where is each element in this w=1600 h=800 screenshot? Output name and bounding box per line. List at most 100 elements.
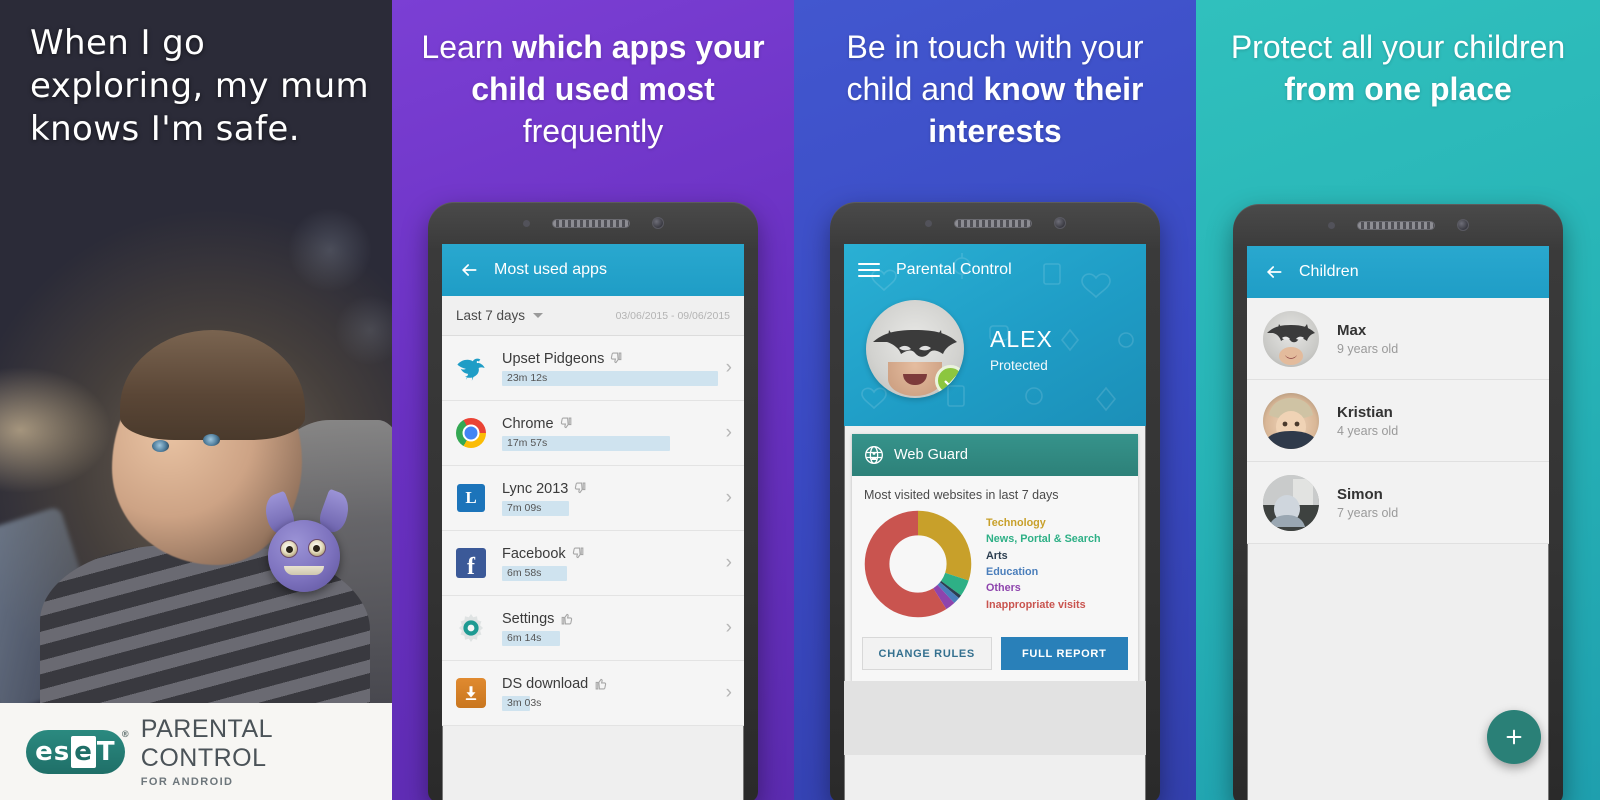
children-headline-part-1: from one place	[1284, 71, 1512, 107]
child-info: Kristian 4 years old	[1337, 404, 1398, 438]
table-row[interactable]: f Facebook 6m 58s ›	[442, 531, 744, 596]
phone-mockup-dashboard: Parental Control ALEX Protected Web Guar…	[830, 202, 1160, 800]
chevron-right-icon[interactable]: ›	[726, 682, 732, 704]
chevron-right-icon[interactable]: ›	[726, 487, 732, 509]
dashboard-top-bar: Parental Control	[844, 244, 1146, 296]
eset-parental-control-banner: When I go exploring, my mum knows I'm sa…	[0, 0, 1600, 800]
bird-icon	[454, 351, 488, 385]
dashboard-empty-area	[844, 681, 1146, 755]
front-camera-icon	[1456, 219, 1469, 231]
child-info: Max 9 years old	[1337, 322, 1398, 356]
photo-headline: When I go exploring, my mum knows I'm sa…	[30, 23, 370, 149]
app-name-line: DS download	[502, 676, 718, 692]
app-bar-title: Children	[1299, 263, 1359, 280]
status-badge: Protected	[990, 357, 1048, 373]
child-profile[interactable]: ALEX Protected	[844, 296, 1146, 398]
monster-mouth	[284, 566, 324, 575]
app-info: Settings 6m 14s	[502, 611, 718, 646]
app-bar-title: Most used apps	[494, 261, 607, 278]
card-header: Web Guard	[852, 434, 1138, 476]
eset-logo-t: T	[96, 736, 116, 767]
table-row[interactable]: Settings 6m 14s ›	[442, 596, 744, 661]
app-name-line: Chrome	[502, 416, 718, 432]
app-name: Facebook	[502, 545, 566, 562]
table-row[interactable]: DS download 3m 03s ›	[442, 661, 744, 726]
apps-headline-part-1: which apps your child used most	[471, 29, 765, 107]
check-circle-icon	[935, 365, 964, 396]
app-bar: Most used apps	[442, 244, 744, 296]
dashboard-hero: Parental Control ALEX Protected	[844, 244, 1146, 426]
panel-photo: When I go exploring, my mum knows I'm sa…	[0, 0, 392, 800]
facebook-icon: f	[454, 546, 488, 580]
usage-time: 7m 09s	[507, 501, 542, 514]
earpiece-speaker	[1356, 220, 1435, 230]
arrow-left-icon[interactable]	[456, 257, 482, 283]
app-bar: Children	[1247, 246, 1549, 298]
app-name-line: Settings	[502, 611, 718, 627]
usage-bar: 17m 57s	[502, 435, 718, 451]
web-guard-globe-icon	[865, 446, 883, 464]
change-rules-button[interactable]: CHANGE RULES	[862, 637, 992, 670]
card-body: Most visited websites in last 7 days Tec…	[852, 476, 1138, 628]
legend-item-education: Education	[986, 566, 1039, 578]
lync-icon: L	[454, 481, 488, 515]
thumbs-up-icon	[595, 678, 607, 690]
download-icon	[454, 676, 488, 710]
add-child-button[interactable]	[1487, 710, 1541, 764]
child-name: ALEX	[990, 325, 1053, 352]
screen-most-used-apps: Most used apps Last 7 days 03/06/2015 - …	[442, 244, 744, 800]
usage-bar: 23m 12s	[502, 370, 718, 386]
front-camera-icon	[1053, 217, 1066, 229]
chevron-right-icon[interactable]: ›	[726, 422, 732, 444]
child-age: 4 years old	[1337, 423, 1399, 438]
donut-chart	[864, 510, 972, 618]
chevron-right-icon[interactable]: ›	[726, 357, 732, 379]
app-info: Lync 2013 7m 09s	[502, 481, 718, 516]
earpiece-speaker	[953, 218, 1032, 228]
plus-icon	[1506, 729, 1522, 745]
arrow-left-icon[interactable]	[1261, 259, 1287, 285]
avatar-max	[1263, 310, 1319, 367]
settings-gear-icon	[454, 611, 488, 645]
monster-pupil-left	[286, 546, 293, 553]
full-report-button[interactable]: FULL REPORT	[1000, 637, 1128, 670]
apps-headline-part-0: Learn	[421, 29, 513, 65]
legend-item-technology: Technology	[986, 516, 1046, 529]
thumbs-down-icon	[572, 547, 584, 559]
table-row[interactable]: Chrome 17m 57s ›	[442, 401, 744, 466]
child-age: 7 years old	[1337, 505, 1399, 520]
list-item[interactable]: Max 9 years old	[1247, 298, 1549, 380]
phone-top-bezel	[428, 202, 758, 244]
monster-plush-toy	[268, 520, 340, 592]
child-info: Simon 7 years old	[1337, 486, 1398, 520]
chevron-right-icon[interactable]: ›	[726, 552, 732, 574]
table-row[interactable]: L Lync 2013 7m 09s ›	[442, 466, 744, 531]
usage-bar: 6m 14s	[502, 630, 718, 646]
usage-bar: 7m 09s	[502, 500, 718, 516]
phone-mockup-children: Children Max 9 years old Kristian 4 year…	[1233, 204, 1563, 800]
date-filter-dropdown[interactable]: Last 7 days	[456, 308, 544, 323]
app-name: DS download	[502, 675, 589, 692]
list-item[interactable]: Kristian 4 years old	[1247, 380, 1549, 462]
app-name-line: Facebook	[502, 546, 718, 562]
batman-face-paint	[1267, 323, 1315, 365]
usage-time: 3m 03s	[507, 696, 542, 709]
app-name: Settings	[502, 610, 555, 627]
earpiece-speaker	[551, 218, 630, 228]
panel-most-used-apps: Learn which apps your child used most fr…	[392, 0, 794, 800]
screen-parental-control: Parental Control ALEX Protected Web Guar…	[844, 244, 1146, 800]
web-guard-card: Web Guard Most visited websites in last …	[852, 434, 1138, 681]
card-actions: CHANGE RULES FULL REPORT	[852, 628, 1138, 681]
touch-headline: Be in touch with your child and know the…	[794, 0, 1196, 152]
front-camera-icon	[651, 217, 664, 229]
phone-top-bezel	[1233, 204, 1563, 246]
eset-logo-mark: es e T ®	[26, 729, 130, 774]
eset-logo-e-inverted: e	[71, 735, 96, 768]
table-row[interactable]: Upset Pidgeons 23m 12s ›	[442, 336, 744, 401]
hamburger-menu-icon[interactable]	[858, 259, 880, 281]
list-item[interactable]: Simon 7 years old	[1247, 462, 1549, 544]
boy-hair	[120, 330, 305, 440]
child-identity: ALEX Protected	[990, 326, 1053, 373]
children-headline-part-0: Protect all your children	[1230, 29, 1566, 65]
chevron-right-icon[interactable]: ›	[726, 617, 732, 639]
